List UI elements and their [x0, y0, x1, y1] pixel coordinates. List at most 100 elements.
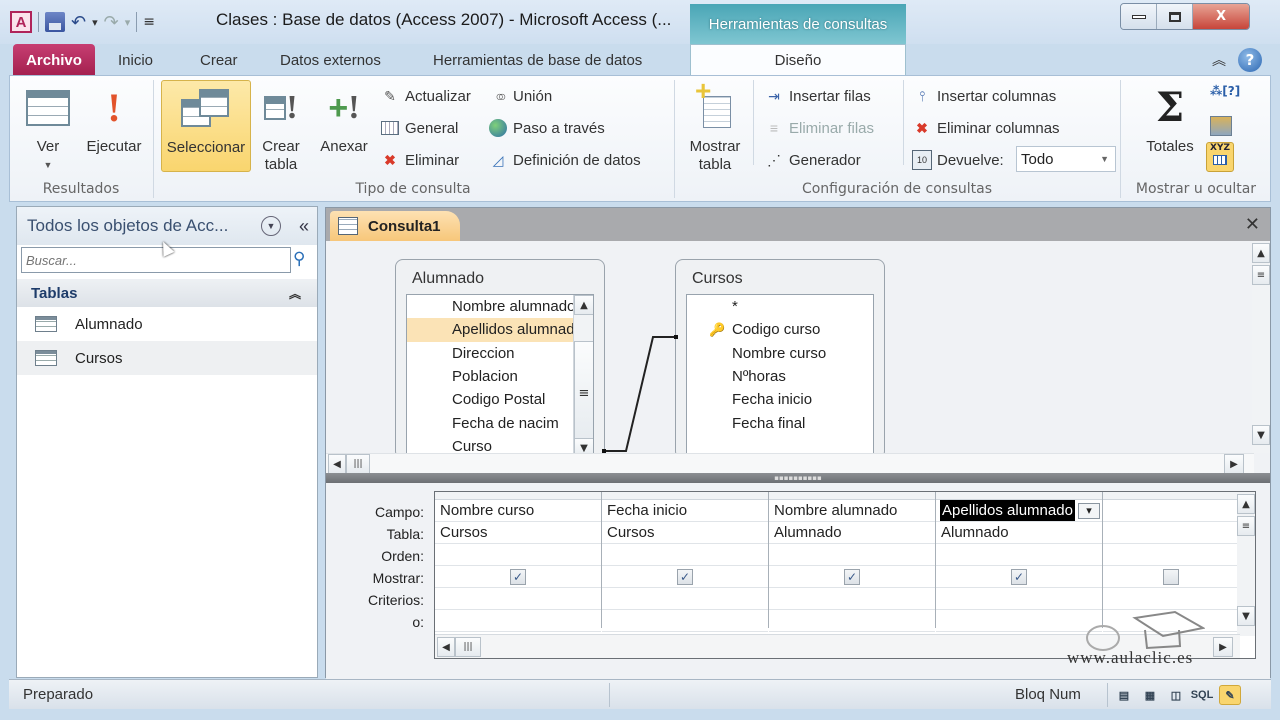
design-view-icon[interactable]: ✎: [1219, 685, 1241, 705]
tab-herramientas-base-datos[interactable]: Herramientas de base de datos: [433, 44, 642, 76]
minimize-ribbon-icon[interactable]: ︽: [1212, 50, 1226, 70]
grid-cell-tabla[interactable]: Alumnado: [936, 522, 1102, 544]
column-selector[interactable]: [435, 492, 601, 500]
field-item[interactable]: Nºhoras: [687, 365, 873, 388]
access-app-icon[interactable]: A: [10, 11, 32, 33]
scroll-up-icon[interactable]: ▲: [574, 295, 593, 315]
ver-button[interactable]: Ver ▼: [18, 80, 78, 174]
nav-item-cursos[interactable]: Cursos: [17, 341, 317, 375]
devuelve-select[interactable]: Todo ▼: [1016, 146, 1116, 172]
minimize-button[interactable]: [1121, 4, 1157, 29]
table-names-icon[interactable]: XYZ: [1206, 142, 1234, 172]
show-checkbox[interactable]: ✓: [844, 569, 860, 585]
scroll-up-icon[interactable]: ▲: [1237, 494, 1255, 514]
field-item[interactable]: Nombre alumnado: [407, 295, 575, 318]
redo-icon[interactable]: ↷: [104, 12, 119, 33]
seleccionar-button[interactable]: Seleccionar: [161, 80, 251, 172]
grid-cell-criterios[interactable]: [936, 588, 1102, 610]
grid-cell-orden[interactable]: [602, 544, 768, 566]
insertar-filas-button[interactable]: ⇥ Insertar filas: [764, 86, 871, 106]
grid-cell-mostrar[interactable]: [1103, 566, 1239, 588]
grid-cell-mostrar[interactable]: ✓: [769, 566, 935, 588]
field-item[interactable]: Poblacion: [407, 365, 573, 388]
field-item[interactable]: *: [687, 295, 873, 318]
grid-cell-mostrar[interactable]: ✓: [936, 566, 1102, 588]
scroll-thumb[interactable]: ≡: [1252, 265, 1270, 285]
field-item[interactable]: Apellidos alumnado: [407, 318, 583, 342]
field-item[interactable]: Fecha inicio: [687, 388, 873, 411]
field-list-cursos[interactable]: Cursos * 🔑 Codigo curso Nombre curso Nºhoras…: [675, 259, 885, 453]
scroll-right-icon[interactable]: ▶: [1224, 454, 1244, 474]
property-sheet-icon[interactable]: [1210, 116, 1232, 136]
collapse-section-icon[interactable]: ︽: [289, 285, 301, 302]
scroll-up-icon[interactable]: ▲: [1252, 243, 1270, 263]
grid-cell-mostrar[interactable]: ✓: [435, 566, 601, 588]
grid-cell-o[interactable]: [435, 610, 601, 632]
insertar-columnas-button[interactable]: ⫯ Insertar columnas: [912, 86, 1056, 106]
scroll-down-icon[interactable]: ▼: [1237, 606, 1255, 626]
nav-item-alumnado[interactable]: Alumnado: [17, 307, 317, 341]
grid-vscroll[interactable]: ▲ ≡ ▼: [1237, 492, 1255, 636]
show-checkbox[interactable]: ✓: [510, 569, 526, 585]
tab-archivo[interactable]: Archivo: [13, 44, 95, 76]
field-item[interactable]: Codigo Postal: [407, 388, 573, 411]
column-selector[interactable]: [769, 492, 935, 500]
anexar-button[interactable]: +! Anexar: [313, 80, 375, 156]
search-icon[interactable]: ⚲: [293, 249, 305, 269]
grid-cell-campo[interactable]: Fecha inicio: [602, 500, 768, 522]
mostrar-tabla-button[interactable]: + Mostrar tabla: [682, 77, 748, 174]
grid-cell-campo[interactable]: Apellidos alumnado ▾: [936, 500, 1102, 522]
definicion-datos-button[interactable]: ◿ Definición de datos: [488, 150, 641, 170]
field-list-scrollbar[interactable]: ▲ ≡ ▼: [573, 295, 593, 453]
show-checkbox[interactable]: ✓: [1011, 569, 1027, 585]
customize-qat-icon[interactable]: ≡: [143, 14, 155, 30]
crear-tabla-button[interactable]: ! Crear tabla: [256, 80, 306, 174]
scroll-down-icon[interactable]: ▼: [1252, 425, 1270, 445]
grid-cell-o[interactable]: [769, 610, 935, 632]
pivotchart-view-icon[interactable]: ◫: [1165, 685, 1187, 705]
join-line[interactable]: [596, 321, 686, 453]
maximize-button[interactable]: [1157, 4, 1193, 29]
union-button[interactable]: ○○ Unión: [488, 86, 553, 106]
redo-dropdown-icon[interactable]: ▾: [125, 16, 131, 29]
nav-menu-chevron-icon[interactable]: ▼: [261, 216, 281, 236]
scroll-left-icon[interactable]: ◀: [328, 454, 346, 474]
field-list-alumnado[interactable]: Alumnado Nombre alumnado Apellidos alumna…: [395, 259, 605, 453]
pivottable-view-icon[interactable]: ▦: [1139, 685, 1161, 705]
sql-view-icon[interactable]: SQL: [1191, 685, 1214, 705]
pane-splitter[interactable]: ▪▪▪▪▪▪▪▪▪▪: [326, 473, 1270, 483]
field-item[interactable]: 🔑 Codigo curso: [687, 318, 873, 341]
parameters-icon[interactable]: ⁂[?]: [1210, 84, 1240, 98]
column-selector[interactable]: [936, 492, 1102, 500]
scroll-down-icon[interactable]: ▼: [574, 438, 593, 453]
table-pane-hscroll[interactable]: ◀ ||| ▶: [326, 453, 1254, 474]
undo-icon[interactable]: ↶: [71, 12, 86, 33]
actualizar-button[interactable]: ✎ Actualizar: [380, 86, 471, 106]
nav-section-tablas[interactable]: Tablas ︽: [17, 279, 317, 307]
ejecutar-button[interactable]: ! Ejecutar: [80, 80, 148, 156]
tab-consulta1[interactable]: Consulta1: [330, 211, 460, 241]
field-dropdown-icon[interactable]: ▾: [1078, 503, 1100, 519]
grid-cell-criterios[interactable]: [769, 588, 935, 610]
field-item[interactable]: Fecha de nacim: [407, 411, 573, 434]
totales-button[interactable]: Σ Totales: [1140, 80, 1200, 156]
grid-cell-criterios[interactable]: [435, 588, 601, 610]
paso-a-traves-button[interactable]: Paso a través: [488, 118, 605, 138]
grid-cell-orden[interactable]: [936, 544, 1102, 566]
tab-crear[interactable]: Crear: [200, 44, 238, 76]
grid-cell-campo[interactable]: [1103, 500, 1239, 522]
field-item[interactable]: Curso: [407, 435, 573, 453]
undo-dropdown-icon[interactable]: ▾: [92, 16, 98, 29]
search-input[interactable]: [21, 247, 291, 273]
eliminar-columnas-button[interactable]: ✖ Eliminar columnas: [912, 118, 1059, 138]
general-button[interactable]: General: [380, 118, 458, 138]
column-selector[interactable]: [1103, 492, 1239, 500]
generador-button[interactable]: ⋰ Generador: [764, 150, 861, 170]
tab-inicio[interactable]: Inicio: [118, 44, 153, 76]
scroll-left-icon[interactable]: ◀: [437, 637, 455, 657]
table-pane-vscroll[interactable]: ▲ ≡ ▼: [1252, 241, 1270, 453]
eliminar-button[interactable]: ✖ Eliminar: [380, 150, 459, 170]
scroll-thumb[interactable]: |||: [455, 637, 481, 657]
grid-cell-tabla[interactable]: Alumnado: [769, 522, 935, 544]
save-icon[interactable]: [45, 12, 65, 32]
